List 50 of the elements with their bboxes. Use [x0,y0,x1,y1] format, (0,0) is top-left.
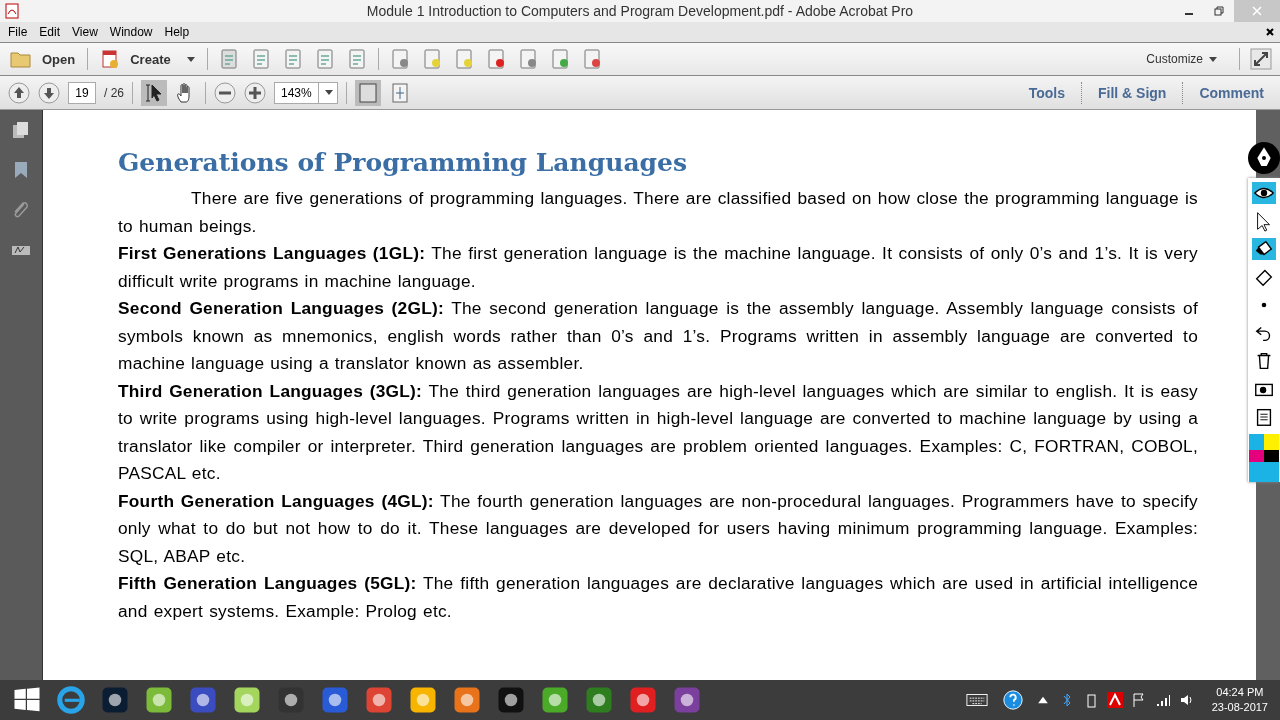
arrow-up-icon[interactable] [8,81,30,104]
panel-tab[interactable]: Tools [1020,84,1073,101]
internet-explorer-icon[interactable] [56,685,86,715]
arrow-down-icon[interactable] [38,81,60,104]
clock-date[interactable]: 23-08-2017 [1211,700,1268,715]
paragraph: Fifth Generation Languages (5GL): The fifth generation languages are declarative languages which are used in artificial intelligence and expert systems. Example: Prolog etc. [118,572,1198,623]
page-number-field[interactable]: 19 [68,81,96,104]
menu-item[interactable]: Edit [33,25,67,39]
customize-button[interactable]: Customize [1140,51,1223,67]
pdf-app-icon [4,3,20,19]
panel-tab[interactable]: Comment [1191,84,1272,101]
flag-icon[interactable] [1130,692,1147,708]
pen-nib-icon[interactable] [1248,142,1280,174]
fit-width-icon[interactable] [354,79,381,106]
window-title: Module 1 Introduction to Computers and Program Development.pdf - Adobe Acrobat Pro [365,3,915,19]
paperclip-icon[interactable] [11,200,31,220]
color-palette-icon[interactable] [1248,434,1280,482]
zoom-in-icon[interactable] [244,81,266,104]
zoom-dropdown[interactable]: 143% [274,81,338,104]
pages-icon[interactable] [11,120,31,140]
signal-icon[interactable] [1154,692,1171,708]
restore-icon [1214,6,1224,16]
paragraph: There are five generations of programming languages. There are classified based on how close the programming language is to human beings. [118,187,1198,238]
caret-icon [186,56,195,62]
paragraph: First Generations Languages (1GL): The first generation language is the machine language. It consists of only 0’s and 1’s. It is very difficult write programs in machine language. [118,242,1198,293]
expand-icon[interactable] [1250,48,1272,70]
close-icon [1252,6,1262,16]
menu-item[interactable]: Help [158,25,196,39]
help-icon[interactable] [1001,689,1024,711]
select-tool-icon[interactable] [141,79,167,106]
paragraph: Third Generation Languages (3GL): The third generation languages are high-level languages which are similar to english. It is easy to write programs using high-level languages. Programs written in high-level language are converted to machine language by using a translator like compiler or interpreter. Third generation languages are problem oriented languages. Examples: C, FORTRAN, COBOL, PASCAL etc. [118,379,1198,485]
paragraph: Fourth Generation Languages (4GL): The fourth generation languages are non-procedural languages. Programmers have to specify only what to do but not how to do it. These languages are developed for users having minimum programming language. Examples: SQL, ABAP etc. [118,489,1198,568]
speaker-icon[interactable] [1178,692,1195,708]
menu-item[interactable]: File [2,25,34,39]
antivirus-icon[interactable] [1106,692,1123,708]
document-heading: Generations of Programming Languages [118,148,689,177]
create-button[interactable]: Create [98,47,197,71]
menu-item[interactable]: Window [103,25,159,39]
paragraph: Second Generation Languages (2GL): The second generation language is the assembly language. Assembly language consists of symbols known as mnemonics, english words rather than 0’s and 1’s. Programs written in assembly language are converted to machine language using a translator known as assembler. [118,297,1198,375]
eye-icon[interactable] [1252,182,1276,204]
zoom-out-icon[interactable] [214,81,236,104]
clock-time[interactable]: 04:24 PM [1216,685,1264,700]
document-icon [100,49,121,69]
folder-icon [10,50,32,68]
open-button[interactable]: Open [8,48,78,70]
minimize-icon [1185,13,1193,15]
menu-item[interactable]: View [66,25,104,39]
close-icon[interactable] [1266,28,1274,36]
page-count: / 26 [104,85,124,100]
panel-tab[interactable]: Fill & Sign [1090,84,1175,101]
